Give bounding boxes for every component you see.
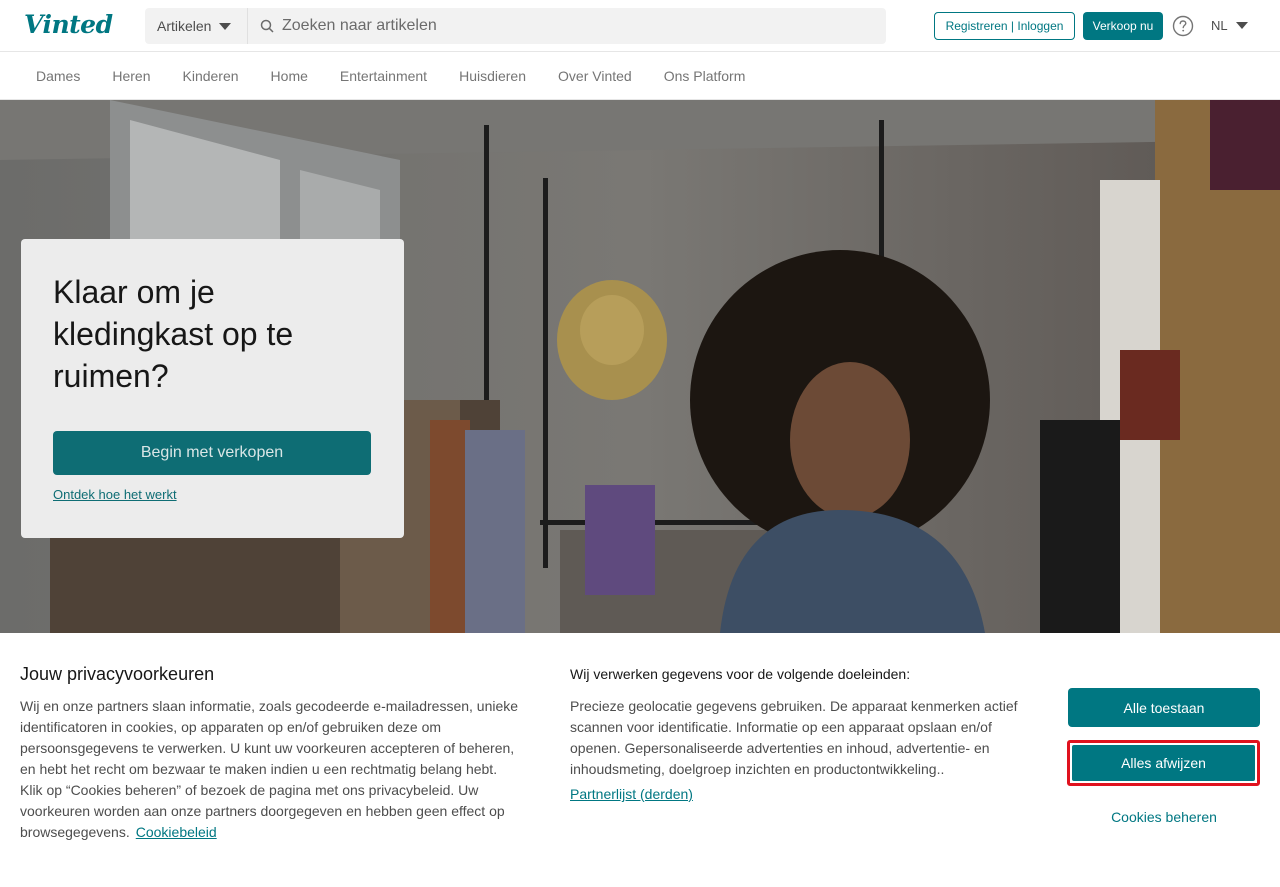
purposes-text: Precieze geolocatie gegevens gebruiken. … (570, 698, 1018, 777)
search-icon (260, 19, 274, 33)
how-it-works-link[interactable]: Ontdek hoe het werkt (53, 487, 177, 502)
search-input-wrap (248, 8, 886, 44)
search-category-dropdown[interactable]: Artikelen (145, 8, 248, 44)
cookie-banner-text: Wij en onze partners slaan informatie, z… (20, 696, 520, 843)
hero-title: Klaar om je kledingkast op te ruimen? (53, 274, 294, 394)
cookie-banner: Jouw privacyvoorkeuren Wij en onze partn… (0, 633, 1280, 887)
reject-all-highlight: Alles afwijzen (1067, 740, 1260, 786)
nav-item-home[interactable]: Home (271, 68, 308, 84)
cookie-description: Wij en onze partners slaan informatie, z… (20, 698, 519, 840)
partner-list-link[interactable]: Partnerlijst (derden) (570, 786, 693, 802)
vinted-logo[interactable]: Vinted (24, 10, 113, 39)
nav-item-entertainment[interactable]: Entertainment (340, 68, 427, 84)
cookie-policy-link[interactable]: Cookiebeleid (136, 824, 217, 840)
nav-item-over-vinted[interactable]: Over Vinted (558, 68, 632, 84)
cookie-banner-title: Jouw privacyvoorkeuren (20, 664, 215, 684)
search-bar: Artikelen (145, 8, 886, 44)
register-login-button[interactable]: Registreren | Inloggen (934, 12, 1075, 40)
hero-card: Klaar om je kledingkast op te ruimen? Be… (21, 239, 404, 538)
hero-banner: Klaar om je kledingkast op te ruimen? Be… (0, 100, 1280, 633)
purposes-title: Wij verwerken gegevens voor de volgende … (570, 666, 911, 682)
manage-cookies-button[interactable]: Cookies beheren (1068, 807, 1260, 827)
accept-all-button[interactable]: Alle toestaan (1068, 688, 1260, 727)
nav-item-huisdieren[interactable]: Huisdieren (459, 68, 526, 84)
category-nav: Dames Heren Kinderen Home Entertainment … (0, 52, 1280, 100)
chevron-down-icon (219, 22, 232, 30)
language-label: NL (1211, 18, 1228, 33)
nav-item-dames[interactable]: Dames (36, 68, 80, 84)
header: Vinted Artikelen Registreren | Inloggen … (0, 0, 1280, 52)
help-icon[interactable] (1172, 15, 1194, 37)
nav-item-ons-platform[interactable]: Ons Platform (664, 68, 746, 84)
search-input[interactable] (282, 17, 862, 35)
nav-item-kinderen[interactable]: Kinderen (183, 68, 239, 84)
language-selector[interactable]: NL (1211, 18, 1248, 33)
chevron-down-icon (1235, 22, 1248, 29)
sell-now-button[interactable]: Verkoop nu (1083, 12, 1163, 40)
start-selling-button[interactable]: Begin met verkopen (53, 431, 371, 475)
nav-item-heren[interactable]: Heren (112, 68, 150, 84)
reject-all-button[interactable]: Alles afwijzen (1072, 745, 1255, 781)
search-category-label: Artikelen (157, 18, 212, 34)
